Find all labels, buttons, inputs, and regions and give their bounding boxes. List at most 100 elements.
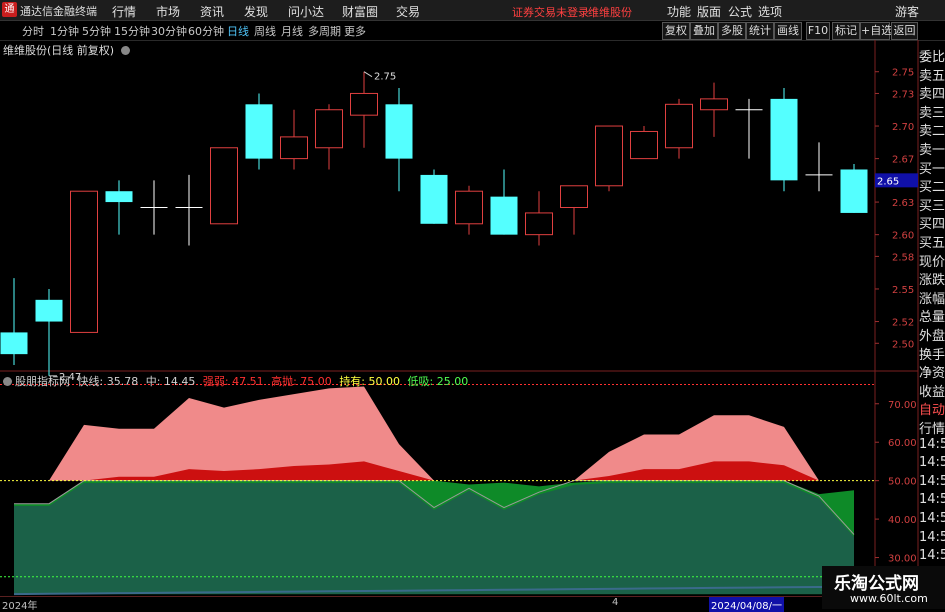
quote-label: 卖一 — [919, 143, 945, 158]
candle-body-up — [350, 92, 378, 116]
indicator-settings-icon[interactable] — [3, 377, 12, 386]
candle-body-down — [420, 174, 448, 224]
menu-wenxiaoda[interactable]: 问小达 — [288, 3, 324, 20]
period-more[interactable]: 更多 — [344, 23, 366, 39]
menu-banmian[interactable]: 版面 — [697, 3, 721, 20]
menu-gongshi[interactable]: 公式 — [728, 3, 752, 20]
quote-label: 买四 — [919, 217, 945, 233]
candle-body-down — [35, 299, 63, 322]
stats-button[interactable]: 统计 — [746, 22, 774, 40]
menu-shichang[interactable]: 市场 — [156, 3, 180, 20]
multi-stock-button[interactable]: 多股 — [718, 22, 746, 40]
app-logo-icon: 通 — [2, 2, 17, 17]
price-tick-label: 2.63 — [892, 198, 914, 209]
quote-label: 涨跌 — [919, 273, 945, 289]
back-button[interactable]: 返回 — [891, 22, 918, 40]
quote-label: 委比 — [919, 50, 945, 65]
quote-label: 14:5 — [919, 511, 945, 526]
candle-body-down — [770, 98, 798, 181]
period-monthly[interactable]: 月线 — [281, 23, 303, 39]
fuquan-button[interactable]: 复权 — [662, 22, 690, 40]
price-tick-label: 2.70 — [892, 122, 914, 133]
title-bar: 通 通达信金融终端 行情 市场 资讯 发现 问小达 财富圈 交易 证券交易未登录… — [0, 0, 945, 21]
period-5min[interactable]: 5分钟 — [82, 23, 111, 39]
period-fenshi[interactable]: 分时 — [22, 23, 44, 39]
indicator-tick-label: 60.00 — [888, 438, 917, 449]
price-tick-label: 2.52 — [892, 318, 914, 329]
stock-title-text: 维维股份(日线 前复权) — [3, 44, 115, 57]
menu-gongneng[interactable]: 功能 — [667, 3, 691, 20]
period-weekly[interactable]: 周线 — [254, 23, 276, 39]
add-watchlist-button[interactable]: +自选 — [860, 22, 892, 40]
menu-hangqing[interactable]: 行情 — [112, 3, 136, 20]
trade-login-status[interactable]: 证券交易未登录 — [512, 4, 589, 20]
candle-body-up — [210, 147, 238, 225]
quote-label: 14:5 — [919, 492, 945, 508]
quote-label: 14:5 — [919, 529, 945, 545]
candle-body-down — [385, 104, 413, 159]
indicator-name: 股朋指标网 — [15, 375, 70, 388]
quote-label: 14:5 — [919, 473, 945, 489]
watermark: 乐淘公式网 www.60lt.com — [822, 566, 945, 609]
indicator-buy-low: 低吸: 25.00 — [407, 375, 469, 388]
quote-label: 换手 — [919, 347, 945, 363]
period-15min[interactable]: 15分钟 — [114, 23, 150, 39]
indicator-tick-label: 70.00 — [888, 400, 917, 411]
app-title: 通达信金融终端 — [20, 5, 97, 18]
indicator-strength: 强弱: 47.51 — [202, 375, 264, 388]
quote-label: 外盘 — [919, 329, 945, 344]
candle-body-down — [0, 332, 28, 355]
candle-body-up — [315, 109, 343, 149]
year-label: 2024年 — [2, 601, 38, 612]
chart-area[interactable]: 2.752.47 2.75 2.73 2.70 2.67 2.65 2.63 2.60 2.5… — [0, 40, 920, 596]
candle-body-up — [595, 125, 623, 187]
menu-xuanxiang[interactable]: 选项 — [758, 3, 782, 20]
settings-dot-icon[interactable] — [120, 46, 130, 55]
menu-faxian[interactable]: 发现 — [244, 3, 268, 20]
price-axis: 2.75 2.73 2.70 2.67 2.65 2.63 2.60 2.58 2.55 2.52… — [875, 68, 918, 565]
indicator-panel — [0, 384, 874, 596]
stock-notice: 维维股份 — [588, 6, 632, 19]
overlay-button[interactable]: 叠加 — [690, 22, 718, 40]
mid-date-label: 4 — [612, 597, 619, 608]
menu-jiaoyi[interactable]: 交易 — [396, 3, 420, 20]
period-daily[interactable]: 日线 — [227, 23, 249, 39]
candle-body-up — [700, 98, 728, 111]
indicator-mid: 中: 14.45 — [145, 375, 196, 388]
watermark-url: www.60lt.com — [850, 592, 928, 605]
period-multi[interactable]: 多周期 — [308, 23, 341, 39]
quote-label: 自动 — [919, 403, 945, 419]
candle-body-up — [630, 130, 658, 160]
candle-body-down — [840, 169, 868, 213]
quote-label: 卖三 — [919, 105, 945, 121]
candle-body-up — [665, 103, 693, 149]
price-tick-label: 2.73 — [892, 89, 914, 100]
price-tick-label: 2.60 — [892, 231, 914, 242]
current-price-label: 2.65 — [877, 176, 899, 187]
indicator-title: 股朋指标网 快线: 35.78 中: 14.45 强弱: 47.51 高抛: 7… — [3, 373, 468, 389]
watermark-title: 乐淘公式网 — [834, 574, 919, 594]
candle-body-up — [70, 190, 98, 333]
candle-body-down — [245, 104, 273, 159]
price-tick-label: 2.58 — [892, 252, 914, 263]
quote-label: 14:5 — [919, 436, 945, 452]
period-1min[interactable]: 1分钟 — [50, 23, 79, 39]
period-30min[interactable]: 30分钟 — [151, 23, 187, 39]
f10-button[interactable]: F10 — [806, 22, 830, 40]
menu-caifuquan[interactable]: 财富圈 — [342, 3, 378, 20]
quote-label: 买五 — [919, 236, 945, 251]
quote-label: 14:5 — [919, 548, 945, 564]
quote-label: 卖五 — [919, 68, 945, 84]
quote-label: 总量 — [919, 310, 945, 326]
quote-label: 卖二 — [919, 124, 945, 140]
period-60min[interactable]: 60分钟 — [188, 23, 224, 39]
draw-line-button[interactable]: 画线 — [774, 22, 802, 40]
quote-label: 行情 — [919, 422, 945, 437]
price-tick-label: 2.67 — [892, 155, 914, 166]
guest-button[interactable]: 游客 — [895, 3, 919, 20]
quote-label: 收益 — [919, 384, 945, 400]
candle-body-up — [280, 136, 308, 160]
indicator-tick-label: 30.00 — [888, 554, 917, 565]
menu-zixun[interactable]: 资讯 — [200, 3, 224, 20]
mark-button[interactable]: 标记 — [832, 22, 860, 40]
